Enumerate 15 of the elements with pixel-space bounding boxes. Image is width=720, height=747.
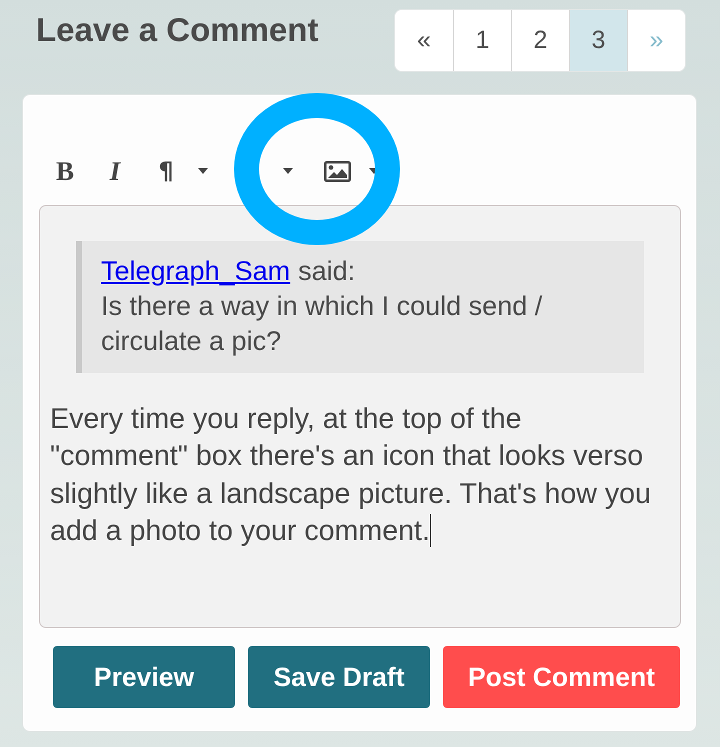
comment-text: Every time you reply, at the top of the "comment" box there's an icon that looks verso slightly like a landscape picture. That's how you add a photo to your comment. [50,402,652,549]
paragraph-button[interactable]: ¶ [157,156,175,186]
quote-author-link[interactable]: Telegraph_Sam [101,254,290,289]
dropdown-caret-icon[interactable] [197,167,209,175]
comment-editor[interactable] [39,205,681,628]
italic-button[interactable]: I [108,156,122,186]
action-button[interactable]: Save Draft [248,646,430,708]
image-icon[interactable] [324,160,351,182]
page-heading: Leave a Comment [36,11,318,49]
action-button[interactable]: Preview [53,646,235,708]
dropdown-caret-icon[interactable] [282,167,294,175]
bold-button[interactable]: B [55,156,75,186]
pagination-link[interactable]: 3 [569,10,627,71]
quote-text: Is there a way in which I could send / circulate a pic? [101,290,544,358]
quote-said-label: said: [298,255,356,288]
